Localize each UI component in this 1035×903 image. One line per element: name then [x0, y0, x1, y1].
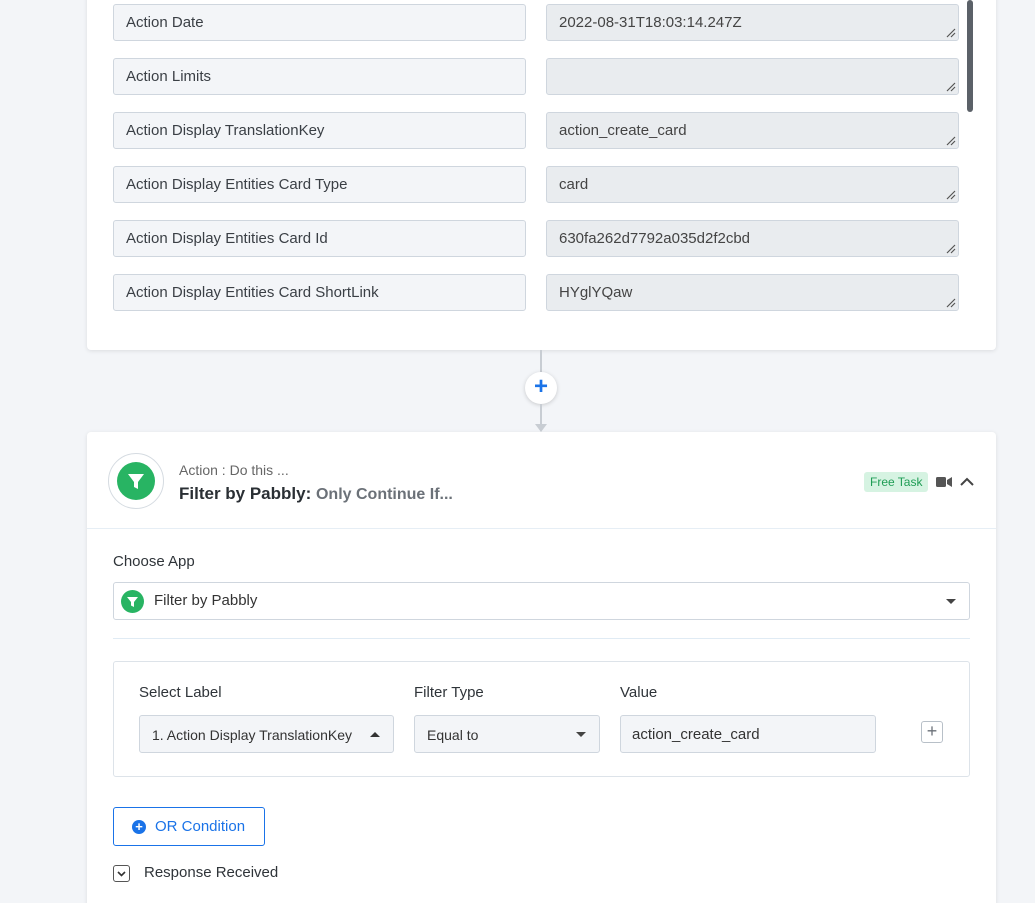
response-received-label: Response Received	[144, 864, 279, 881]
field-value[interactable]: card	[546, 166, 959, 203]
or-condition-button[interactable]: + OR Condition	[113, 807, 265, 846]
field-value-text: action_create_card	[559, 122, 687, 139]
field-value[interactable]: 630fa262d7792a035d2f2cbd	[546, 220, 959, 257]
field-label[interactable]: Action Limits	[113, 58, 526, 95]
free-task-badge: Free Task	[864, 472, 929, 492]
field-label[interactable]: Action Display TranslationKey	[113, 112, 526, 149]
select-label-value: 1. Action Display TranslationKey	[152, 727, 352, 743]
action-header[interactable]: Action : Do this ... Filter by Pabbly: O…	[87, 432, 996, 529]
resize-handle-icon[interactable]	[946, 190, 956, 200]
response-fields-card: Action Date 2022-08-31T18:03:14.247Z Act…	[87, 0, 996, 350]
action-app-name: Filter by Pabbly:	[179, 484, 312, 503]
choose-app-label: Choose App	[113, 553, 195, 570]
connector-line	[540, 404, 542, 426]
field-value[interactable]: HYglYQaw	[546, 274, 959, 311]
scrollbar-thumb[interactable]	[967, 0, 973, 112]
field-row: Action Display Entities Card Id 630fa262…	[113, 220, 959, 257]
field-row: Action Display Entities Card Type card	[113, 166, 959, 203]
field-label[interactable]: Action Display Entities Card ShortLink	[113, 274, 526, 311]
field-value-text: 2022-08-31T18:03:14.247Z	[559, 14, 742, 31]
filter-type-header: Filter Type	[414, 684, 484, 701]
caret-down-icon	[576, 732, 586, 737]
connector-line	[540, 350, 542, 372]
response-toggle[interactable]	[113, 865, 130, 882]
filter-condition-box: Select Label Filter Type Value 1. Action…	[113, 661, 970, 777]
field-row: Action Date 2022-08-31T18:03:14.247Z	[113, 4, 959, 41]
video-icon[interactable]	[936, 476, 952, 488]
action-title: Filter by Pabbly: Only Continue If...	[179, 484, 453, 504]
resize-handle-icon[interactable]	[946, 136, 956, 146]
fields-viewport: Action Date 2022-08-31T18:03:14.247Z Act…	[113, 4, 973, 322]
resize-handle-icon[interactable]	[946, 298, 956, 308]
resize-handle-icon[interactable]	[946, 28, 956, 38]
chevron-up-icon[interactable]	[959, 474, 975, 490]
app-logo	[108, 453, 164, 509]
caret-up-icon	[370, 732, 380, 737]
app-select[interactable]: Filter by Pabbly	[113, 582, 970, 620]
value-input[interactable]	[620, 715, 876, 753]
field-row: Action Display Entities Card ShortLink H…	[113, 274, 959, 311]
field-row: Action Display TranslationKey action_cre…	[113, 112, 959, 149]
field-value[interactable]: action_create_card	[546, 112, 959, 149]
caret-down-icon	[946, 599, 956, 604]
field-value-text: 630fa262d7792a035d2f2cbd	[559, 230, 751, 247]
field-value[interactable]: 2022-08-31T18:03:14.247Z	[546, 4, 959, 41]
chevron-down-icon	[117, 871, 126, 877]
divider	[113, 638, 970, 639]
action-card: Action : Do this ... Filter by Pabbly: O…	[87, 432, 996, 903]
plus-circle-icon: +	[132, 820, 146, 834]
filter-type-dropdown[interactable]: Equal to	[414, 715, 600, 753]
action-subtitle: Action : Do this ...	[179, 462, 289, 478]
resize-handle-icon[interactable]	[946, 244, 956, 254]
field-label[interactable]: Action Date	[113, 4, 526, 41]
funnel-icon	[117, 462, 155, 500]
filter-type-value: Equal to	[427, 727, 479, 743]
select-label-header: Select Label	[139, 684, 222, 701]
arrow-down-icon	[535, 424, 547, 432]
funnel-icon	[121, 590, 144, 613]
action-description: Only Continue If...	[315, 486, 453, 503]
add-step-button[interactable]: +	[525, 372, 557, 404]
field-value[interactable]	[546, 58, 959, 95]
or-condition-label: OR Condition	[155, 818, 246, 835]
select-label-dropdown[interactable]: 1. Action Display TranslationKey	[139, 715, 394, 753]
scrollbar[interactable]	[967, 0, 973, 330]
value-header: Value	[620, 684, 658, 701]
field-label[interactable]: Action Display Entities Card Type	[113, 166, 526, 203]
field-value-text: HYglYQaw	[559, 284, 633, 301]
field-row: Action Limits	[113, 58, 959, 95]
field-label[interactable]: Action Display Entities Card Id	[113, 220, 526, 257]
field-value-text: card	[559, 176, 589, 193]
app-select-value: Filter by Pabbly	[154, 592, 258, 609]
add-condition-button[interactable]: +	[921, 721, 943, 743]
resize-handle-icon[interactable]	[946, 82, 956, 92]
